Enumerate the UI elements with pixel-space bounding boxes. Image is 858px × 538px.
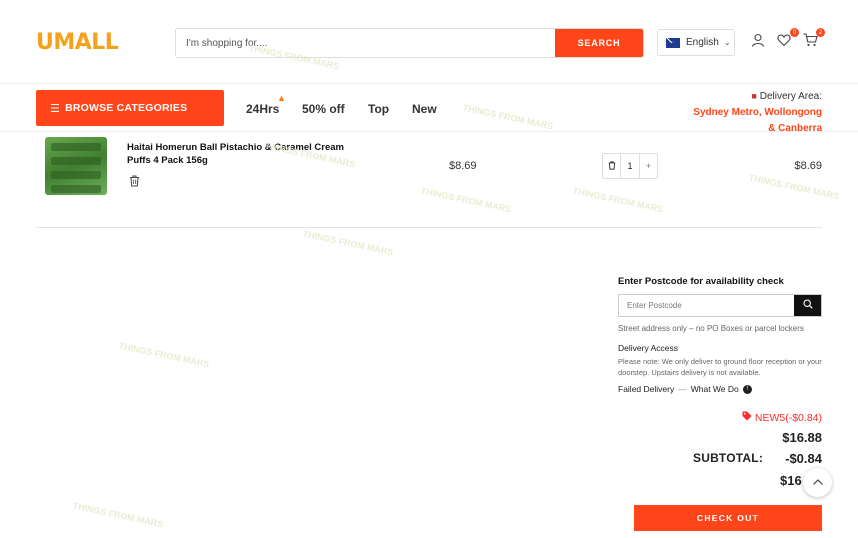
cart-item-row: Haitai Homerun Ball Pistachio & Caramel … bbox=[36, 133, 822, 228]
watermark: THINGS FROM MARS bbox=[301, 228, 395, 258]
quantity-stepper: 1 + bbox=[602, 153, 658, 179]
subtotal-label: SUBTOTAL: bbox=[693, 451, 764, 465]
quantity-value[interactable]: 1 bbox=[620, 154, 640, 178]
wishlist-count-badge: 0 bbox=[790, 28, 799, 37]
increase-quantity-icon[interactable]: + bbox=[640, 161, 657, 171]
subtotal-discount: -$0.84 bbox=[785, 451, 822, 466]
postcode-title: Enter Postcode for availability check bbox=[618, 276, 784, 287]
failed-delivery-label: Failed Delivery bbox=[618, 384, 675, 394]
browse-categories-label: BROWSE CATEGORIES bbox=[65, 102, 188, 114]
search-bar: SEARCH bbox=[175, 28, 644, 58]
language-selector[interactable]: English ⌄ bbox=[657, 29, 735, 56]
product-thumbnail[interactable] bbox=[45, 137, 107, 195]
postcode-search-button[interactable] bbox=[794, 295, 821, 316]
info-icon[interactable]: ! bbox=[742, 384, 752, 394]
line-total: $8.69 bbox=[794, 160, 822, 172]
checkout-button[interactable]: CHECK OUT bbox=[634, 505, 822, 531]
cart-count-badge: 2 bbox=[816, 28, 825, 37]
main-nav: ☰ BROWSE CATEGORIES ▲ 24Hrs 50% off Top … bbox=[0, 84, 858, 134]
delivery-access-title: Delivery Access bbox=[618, 343, 678, 353]
coupon-applied: NEW5(-$0.84) bbox=[742, 411, 822, 424]
unit-price: $8.69 bbox=[449, 160, 477, 172]
delivery-area: ■ Delivery Area: Sydney Metro, Wollongong… bbox=[693, 88, 822, 137]
what-we-do-label: What We Do bbox=[690, 384, 739, 394]
delivery-area-label: Delivery Area: bbox=[759, 91, 822, 102]
postcode-note: Street address only – no PO Boxes or par… bbox=[618, 324, 804, 333]
user-icon[interactable] bbox=[750, 33, 766, 49]
postcode-panel: Enter Postcode for availability check St… bbox=[618, 276, 822, 394]
chevron-down-icon: ⌄ bbox=[723, 38, 731, 47]
watermark: THINGS FROM MARS bbox=[117, 340, 211, 370]
delivery-area-line1[interactable]: Sydney Metro, Wollongong bbox=[693, 105, 822, 121]
australia-flag-icon bbox=[666, 37, 680, 48]
wishlist-icon[interactable]: 0 bbox=[776, 28, 799, 49]
remove-item-icon[interactable] bbox=[129, 175, 140, 190]
trash-icon[interactable] bbox=[603, 160, 620, 172]
order-total: $16.88 bbox=[782, 430, 822, 445]
postcode-input[interactable] bbox=[619, 295, 794, 316]
menu-icon: ☰ bbox=[50, 102, 61, 115]
language-label: English bbox=[686, 37, 719, 48]
failed-delivery-row[interactable]: Failed Delivery — What We Do ! bbox=[618, 384, 822, 394]
cart-icon[interactable]: 2 bbox=[802, 28, 825, 49]
tag-icon bbox=[742, 411, 755, 424]
nav-link-top[interactable]: Top bbox=[368, 102, 389, 116]
watermark: THINGS FROM MARS bbox=[71, 500, 165, 530]
site-header: UMALL SEARCH English ⌄ 0 2 bbox=[0, 0, 858, 84]
search-icon bbox=[802, 299, 813, 309]
final-total: $16 bbox=[780, 473, 802, 488]
truck-icon: ■ bbox=[751, 91, 757, 101]
nav-link-24hrs[interactable]: 24Hrs bbox=[246, 102, 279, 116]
search-input[interactable] bbox=[176, 29, 555, 57]
nav-link-new[interactable]: New bbox=[412, 102, 437, 116]
browse-categories-button[interactable]: ☰ BROWSE CATEGORIES bbox=[36, 90, 224, 126]
coupon-code: NEW5(-$0.84) bbox=[754, 412, 822, 424]
postcode-field bbox=[618, 294, 822, 317]
umall-logo[interactable]: UMALL bbox=[36, 30, 119, 55]
delivery-access-text: Please note: We only deliver to ground f… bbox=[618, 357, 822, 377]
nav-link-50-off[interactable]: 50% off bbox=[302, 102, 345, 116]
scroll-to-top-button[interactable] bbox=[803, 468, 832, 497]
chevron-up-icon bbox=[812, 479, 823, 485]
search-button[interactable]: SEARCH bbox=[555, 29, 643, 57]
